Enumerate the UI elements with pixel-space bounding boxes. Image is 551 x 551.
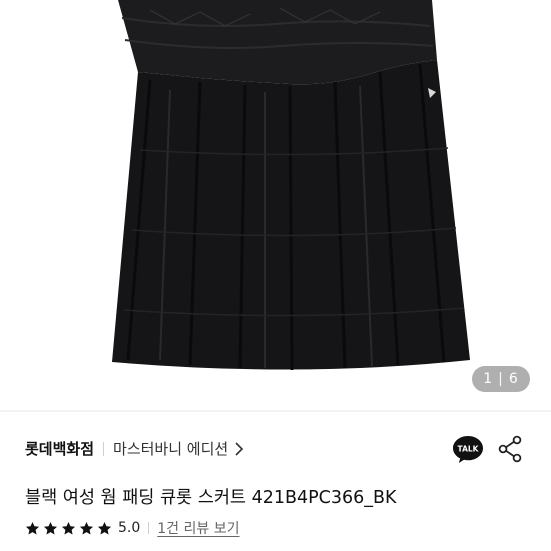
brand-name[interactable]: 마스터바니 에디션	[113, 438, 228, 459]
rating-divider	[148, 522, 150, 534]
product-info: 롯데백화점 마스터바니 에디션 TALK 블랙 여성 웜 패딩 큐롯 스커트 4…	[0, 412, 551, 551]
image-counter: 1 | 6	[472, 366, 530, 392]
product-image[interactable]: 1 | 6	[0, 0, 551, 410]
star-icon	[97, 521, 112, 534]
star-icon	[79, 521, 94, 534]
rating-row: 5.0 1건 리뷰 보기	[25, 518, 239, 538]
brand-divider	[103, 441, 105, 456]
brand-row[interactable]: 롯데백화점 마스터바니 에디션	[25, 438, 244, 459]
image-counter-current: 1	[483, 371, 494, 387]
star-icon	[43, 521, 58, 534]
review-link[interactable]: 1건 리뷰 보기	[157, 518, 239, 538]
chevron-right-icon[interactable]	[234, 441, 244, 456]
kakao-talk-icon[interactable]: TALK	[452, 434, 484, 464]
rating-score: 5.0	[118, 520, 141, 536]
share-icon[interactable]	[497, 435, 523, 463]
image-counter-separator: |	[498, 371, 504, 387]
star-icon	[25, 521, 40, 534]
svg-text:TALK: TALK	[458, 445, 480, 454]
skirt-photo	[112, 0, 470, 371]
image-counter-total: 6	[508, 371, 519, 387]
star-rating	[25, 521, 112, 536]
star-icon	[61, 521, 76, 534]
store-name[interactable]: 롯데백화점	[25, 438, 94, 459]
product-title: 블랙 여성 웜 패딩 큐롯 스커트 421B4PC366_BK	[25, 488, 397, 508]
